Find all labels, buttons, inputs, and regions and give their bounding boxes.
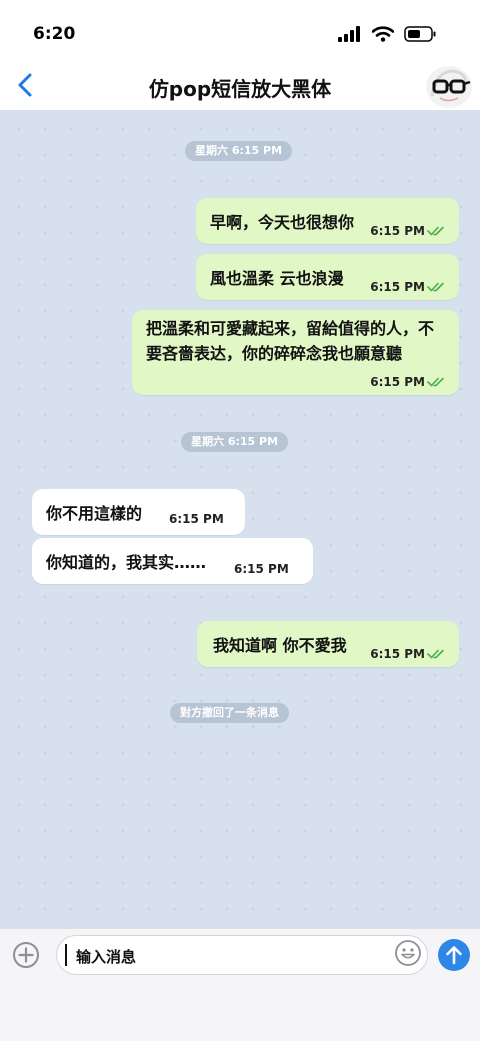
- message-text: 風也溫柔 云也浪漫: [210, 269, 344, 288]
- battery-icon: [404, 26, 436, 42]
- message-text: 把溫柔和可愛藏起来，留給值得的人，不要吝嗇表达，你的碎碎念我也願意聽: [146, 319, 435, 363]
- double-check-icon: [427, 649, 444, 659]
- message-time: 6:15 PM: [370, 224, 425, 238]
- add-circle-icon[interactable]: [12, 941, 40, 969]
- message-input[interactable]: 输入消息: [56, 935, 428, 975]
- status-icons: [338, 26, 436, 42]
- message-bubble-incoming[interactable]: 你不用這樣的 6:15 PM: [32, 489, 245, 535]
- double-check-icon: [427, 377, 444, 387]
- send-button[interactable]: [438, 939, 470, 971]
- chat-area[interactable]: 星期六 6:15 PM 早啊，今天也很想你 6:15 PM 風也溫柔 云也浪漫 …: [0, 110, 480, 928]
- message-text: 你知道的，我其实……: [46, 553, 207, 572]
- message-input-text: 输入消息: [76, 948, 137, 966]
- wifi-icon: [372, 26, 394, 42]
- message-text: 早啊，今天也很想你: [210, 213, 355, 232]
- chat-header: 仿pop短信放大黑体: [0, 64, 480, 111]
- message-time: 6:15 PM: [234, 562, 289, 576]
- send-arrow-icon: [446, 946, 462, 965]
- message-meta: 6:15 PM: [370, 224, 445, 238]
- message-meta: 6:15 PM: [370, 375, 445, 389]
- system-notice: 對方撤回了一条消息: [170, 703, 289, 723]
- message-meta: 6:15 PM: [370, 647, 445, 661]
- emoji-icon[interactable]: [394, 939, 422, 967]
- double-check-icon: [427, 282, 444, 292]
- message-bubble-outgoing[interactable]: 把溫柔和可愛藏起来，留給值得的人，不要吝嗇表达，你的碎碎念我也願意聽 6:15 …: [132, 310, 459, 395]
- message-composer: 输入消息: [0, 928, 480, 1041]
- message-meta: 6:15 PM: [370, 280, 445, 294]
- message-text: 我知道啊 你不愛我: [213, 636, 347, 655]
- message-text: 你不用這樣的: [46, 504, 143, 523]
- date-separator: 星期六 6:15 PM: [181, 432, 289, 452]
- message-time: 6:15 PM: [169, 512, 224, 526]
- message-bubble-outgoing[interactable]: 早啊，今天也很想你 6:15 PM: [196, 198, 459, 244]
- status-bar: 6:20: [0, 0, 480, 64]
- avatar[interactable]: [426, 66, 472, 108]
- text-caret: [65, 944, 67, 966]
- message-time: 6:15 PM: [370, 647, 425, 661]
- message-time: 6:15 PM: [370, 280, 425, 294]
- message-bubble-outgoing[interactable]: 我知道啊 你不愛我 6:15 PM: [197, 621, 459, 667]
- signal-icon: [338, 26, 360, 42]
- date-separator: 星期六 6:15 PM: [185, 141, 293, 161]
- message-bubble-outgoing[interactable]: 風也溫柔 云也浪漫 6:15 PM: [196, 254, 459, 300]
- message-time: 6:15 PM: [370, 375, 425, 389]
- double-check-icon: [427, 226, 444, 236]
- avatar-glasses-icon: [430, 69, 471, 102]
- chat-title: 仿pop短信放大黑体: [148, 77, 332, 101]
- status-time: 6:20: [33, 24, 76, 44]
- message-bubble-incoming[interactable]: 你知道的，我其实…… 6:15 PM: [32, 538, 313, 584]
